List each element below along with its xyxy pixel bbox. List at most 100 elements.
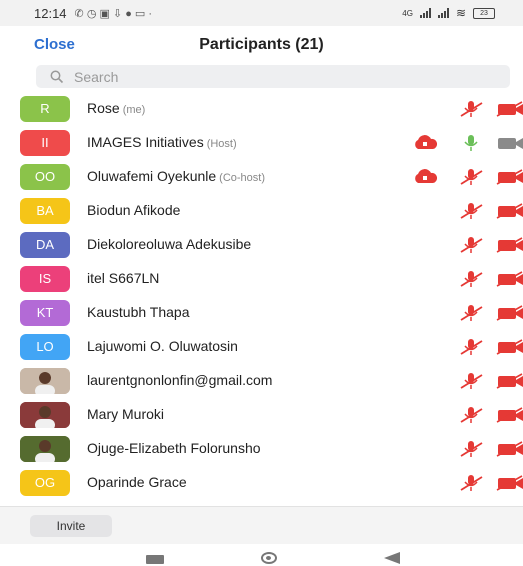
participant-name-wrap: IMAGES Initiatives (Host) [87,134,237,150]
mic-muted-icon[interactable] [458,100,484,118]
participant-name: laurentgnonlonfin@gmail.com [87,372,273,388]
video-icon[interactable] [496,135,523,151]
avatar [20,368,70,394]
video-off-icon[interactable] [496,101,523,117]
search-icon [50,70,64,83]
participant-row[interactable]: DA Diekoloreoluwa Adekusibe [0,227,523,261]
search-bar[interactable] [36,65,510,88]
header: Close Participants (21) [0,26,523,62]
participant-name-wrap: Diekoloreoluwa Adekusibe [87,236,251,252]
video-off-icon[interactable] [496,271,523,287]
signal-icon [419,8,431,18]
participant-name-wrap: Ojuge-Elizabeth Folorunsho [87,440,261,456]
signal-icon-2 [437,8,449,18]
invite-button[interactable]: Invite [30,515,112,537]
mic-muted-icon[interactable] [458,168,484,186]
participant-row[interactable]: II IMAGES Initiatives (Host) [0,125,523,159]
participant-name-wrap: Oparinde Grace [87,474,187,490]
bottom-toolbar: Invite [0,506,523,545]
video-off-icon[interactable] [496,407,523,423]
avatar: R [20,96,70,122]
avatar-initials: OO [34,169,56,184]
participant-name-wrap: Kaustubh Thapa [87,304,190,320]
participant-name-wrap: laurentgnonlonfin@gmail.com [87,372,272,388]
mic-icon[interactable] [458,134,484,152]
participant-row[interactable]: OG Oparinde Grace [0,465,523,499]
home-icon[interactable] [261,552,277,564]
avatar-initials: LO [36,339,54,354]
participant-row[interactable]: LO Lajuwomi O. Oluwatosin [0,329,523,363]
participant-name: Biodun Afikode [87,202,181,218]
mic-muted-icon[interactable] [458,406,484,424]
video-off-icon[interactable] [496,237,523,253]
avatar: DA [20,232,70,258]
avatar-initials: R [40,101,50,116]
mic-muted-icon[interactable] [458,202,484,220]
recent-apps-icon[interactable] [146,555,164,564]
participant-name: Lajuwomi O. Oluwatosin [87,338,238,354]
status-bar: 12:14 ✆ ◷ ▣ ⇩ ● ▭ · 4G ≋ 23 [0,0,523,26]
mic-muted-icon[interactable] [458,372,484,390]
participant-name-wrap: itel S667LN [87,270,159,286]
participant-row[interactable]: KT Kaustubh Thapa [0,295,523,329]
avatar: OO [20,164,70,190]
participant-row[interactable]: laurentgnonlonfin@gmail.com [0,363,523,397]
avatar: OG [20,470,70,496]
search-input[interactable] [74,68,454,85]
mic-muted-icon[interactable] [458,304,484,322]
avatar [20,402,70,428]
avatar-initials: OG [34,475,56,490]
cloud-recording-icon [415,169,438,183]
participant-row[interactable]: R Rose (me) [0,91,523,125]
participant-row[interactable]: BA Biodun Afikode [0,193,523,227]
participant-name: Oparinde Grace [87,474,187,490]
participant-name-wrap: Rose (me) [87,100,145,116]
avatar: LO [20,334,70,360]
participant-name: Ojuge-Elizabeth Folorunsho [87,440,261,456]
wifi-icon: ≋ [455,6,466,20]
participant-role: (Host) [206,138,237,150]
participant-name-wrap: Lajuwomi O. Oluwatosin [87,338,238,354]
video-off-icon[interactable] [496,373,523,389]
cloud-recording-icon [415,135,438,149]
participant-name: Kaustubh Thapa [87,304,190,320]
participant-name: Oluwafemi Oyekunle [87,168,217,184]
avatar: BA [20,198,70,224]
back-icon[interactable] [384,552,400,564]
video-off-icon[interactable] [496,203,523,219]
avatar: IS [20,266,70,292]
avatar-initials: IS [38,271,52,286]
mic-muted-icon[interactable] [458,474,484,492]
android-nav-bar [0,544,523,566]
avatar-initials: DA [35,237,55,252]
participant-name: Diekoloreoluwa Adekusibe [87,236,252,252]
mic-muted-icon[interactable] [458,270,484,288]
notification-icons: ✆ ◷ ▣ ⇩ ● ▭ · [74,7,153,20]
avatar: KT [20,300,70,326]
video-off-icon[interactable] [496,305,523,321]
status-time: 12:14 [34,5,67,21]
avatar-initials: KT [36,305,54,320]
avatar: II [20,130,70,156]
video-off-icon[interactable] [496,441,523,457]
network-label: 4G [402,8,413,18]
participant-name: IMAGES Initiatives [87,134,204,150]
participant-name: itel S667LN [87,270,160,286]
mic-muted-icon[interactable] [458,338,484,356]
mic-muted-icon[interactable] [458,440,484,458]
participant-row[interactable]: IS itel S667LN [0,261,523,295]
participant-name: Rose [87,100,120,116]
participant-row[interactable]: Ojuge-Elizabeth Folorunsho [0,431,523,465]
video-off-icon[interactable] [496,169,523,185]
mic-muted-icon[interactable] [458,236,484,254]
avatar-initials: II [41,135,49,150]
participant-role: (Co-host) [219,172,266,184]
participant-name-wrap: Oluwafemi Oyekunle (Co-host) [87,168,265,184]
participant-row[interactable]: OO Oluwafemi Oyekunle (Co-host) [0,159,523,193]
page-title: Participants (21) [199,36,324,53]
video-off-icon[interactable] [496,475,523,491]
avatar [20,436,70,462]
participant-list: R Rose (me) II IMAGES Initiatives (Host) OO Olu… [0,91,523,506]
video-off-icon[interactable] [496,339,523,355]
participant-row[interactable]: Mary Muroki [0,397,523,431]
